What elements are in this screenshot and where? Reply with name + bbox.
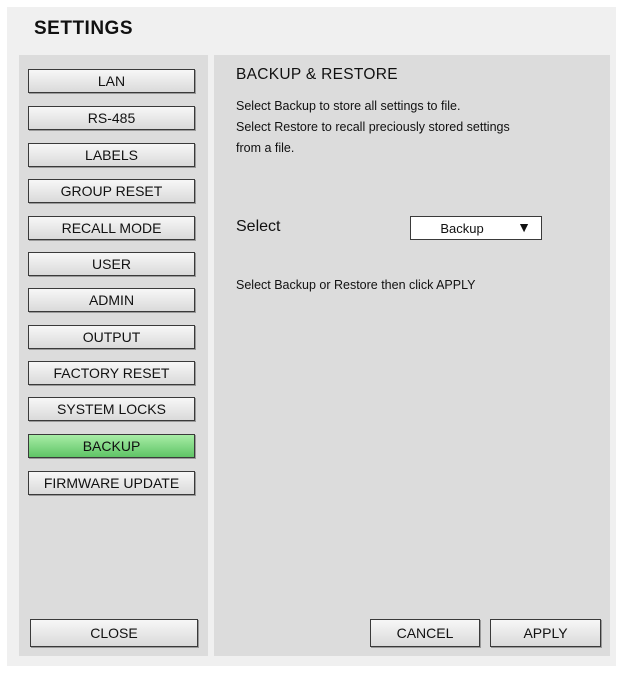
sidebar-item-admin[interactable]: ADMIN <box>28 288 195 312</box>
sidebar-item-system-locks[interactable]: SYSTEM LOCKS <box>28 397 195 421</box>
sidebar-item-rs485[interactable]: RS-485 <box>28 106 195 130</box>
sidebar-item-recall-mode[interactable]: RECALL MODE <box>28 216 195 240</box>
sidebar-item-group-reset[interactable]: GROUP RESET <box>28 179 195 203</box>
page-title: BACKUP & RESTORE <box>236 66 398 83</box>
sidebar-item-output[interactable]: OUTPUT <box>28 325 195 349</box>
description-line-1: Select Backup to store all settings to f… <box>236 99 461 113</box>
sidebar-item-firmware-update[interactable]: FIRMWARE UPDATE <box>28 471 195 495</box>
backup-restore-select[interactable]: Backup ▼ <box>410 216 542 240</box>
sidebar-item-factory-reset[interactable]: FACTORY RESET <box>28 361 195 385</box>
description-line-2: Select Restore to recall preciously stor… <box>236 120 510 134</box>
sidebar-item-lan[interactable]: LAN <box>28 69 195 93</box>
cancel-button[interactable]: CANCEL <box>370 619 480 647</box>
description-line-3: from a file. <box>236 141 295 155</box>
window-title: SETTINGS <box>34 18 134 39</box>
sidebar-item-backup[interactable]: BACKUP <box>28 434 195 458</box>
close-button[interactable]: CLOSE <box>30 619 198 647</box>
apply-button[interactable]: APPLY <box>490 619 601 647</box>
select-value: Backup <box>440 221 484 236</box>
dropdown-arrow-icon: ▼ <box>517 219 531 235</box>
sidebar-item-labels[interactable]: LABELS <box>28 143 195 167</box>
select-label: Select <box>236 218 281 235</box>
sidebar-item-user[interactable]: USER <box>28 252 195 276</box>
instruction-hint: Select Backup or Restore then click APPL… <box>236 278 476 292</box>
